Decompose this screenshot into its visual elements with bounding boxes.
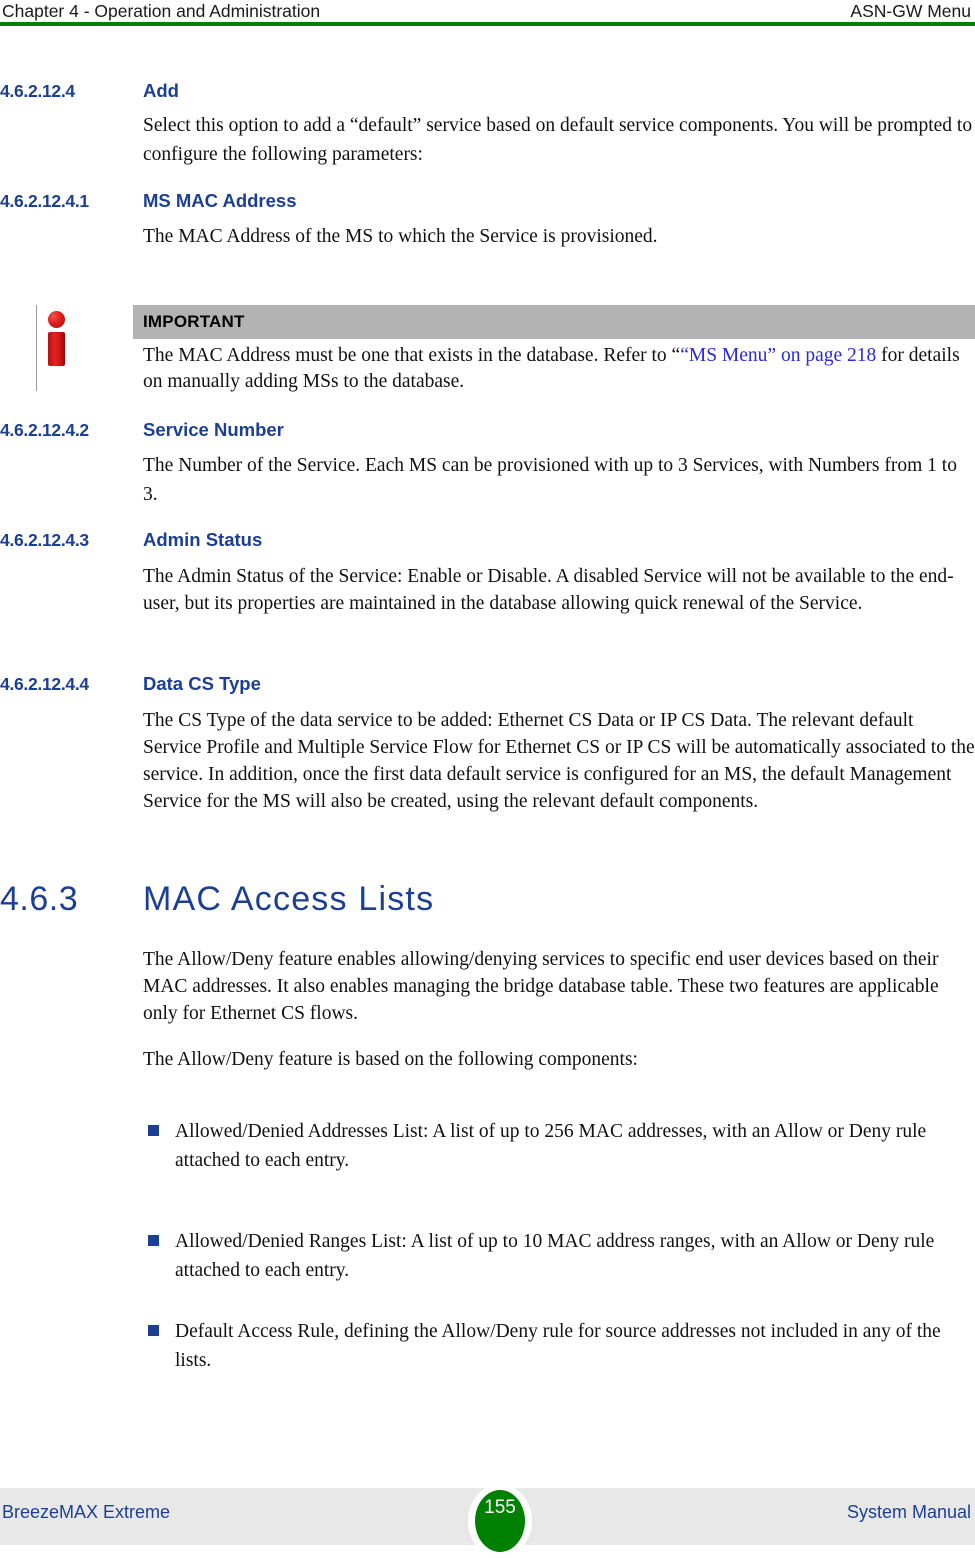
section-title: Add (143, 80, 179, 101)
paragraph-admin-status: The Admin Status of the Service: Enable … (143, 566, 954, 614)
list-item: Default Access Rule, defining the Allow/… (143, 1317, 975, 1375)
section-title: MS MAC Address (143, 190, 297, 211)
footer-product-name: BreezeMAX Extreme (2, 1502, 171, 1522)
page-content: 4.6.2.12.4 Add Select this option to add… (0, 0, 975, 1465)
heading-4-6-2-12-4-4: 4.6.2.12.4.4 Data CS Type (0, 673, 975, 695)
heading-4-6-2-12-4-3: 4.6.2.12.4.3 Admin Status (0, 529, 975, 551)
big-section-title: MAC Access Lists (143, 880, 435, 918)
list-item-label: Allowed/Denied Addresses List: A list of… (175, 1121, 927, 1171)
square-bullet-icon (148, 1325, 159, 1336)
section-title: Data CS Type (143, 673, 261, 694)
page-number-badge: 155 (475, 1490, 525, 1552)
section-title: Admin Status (143, 529, 263, 550)
big-section-number: 4.6.3 (0, 880, 79, 918)
note-cross-reference-link[interactable]: “MS Menu” on page 218 (680, 345, 876, 366)
heading-4-6-2-12-4: 4.6.2.12.4 Add (0, 80, 975, 102)
section-number: 4.6.2.12.4 (0, 81, 75, 101)
paragraph-mac-access-components: The Allow/Deny feature is based on the f… (143, 1049, 638, 1070)
heading-4-6-3: 4.6.3 MAC Access Lists (0, 880, 975, 919)
list-item: Allowed/Denied Addresses List: A list of… (143, 1117, 975, 1175)
note-icon-area (36, 303, 126, 395)
heading-4-6-2-12-4-1: 4.6.2.12.4.1 MS MAC Address (0, 190, 975, 212)
section-number: 4.6.2.12.4.3 (0, 530, 89, 550)
list-item: Allowed/Denied Ranges List: A list of up… (143, 1227, 975, 1285)
info-i-icon-stem (48, 332, 65, 366)
paragraph-service-number: The Number of the Service. Each MS can b… (143, 455, 957, 505)
paragraph-ms-mac-address: The MAC Address of the MS to which the S… (143, 226, 658, 247)
list-item-label: Allowed/Denied Ranges List: A list of up… (175, 1231, 935, 1281)
section-number: 4.6.2.12.4.4 (0, 674, 89, 694)
paragraph-data-cs-type: The CS Type of the data service to be ad… (143, 710, 975, 812)
section-number: 4.6.2.12.4.2 (0, 420, 89, 440)
section-title: Service Number (143, 419, 284, 440)
paragraph-mac-access-intro: The Allow/Deny feature enables allowing/… (143, 949, 939, 1024)
note-text-before: The MAC Address must be one that exists … (143, 345, 681, 366)
important-note-body: The MAC Address must be one that exists … (143, 343, 973, 395)
important-note-header: IMPORTANT (133, 305, 975, 339)
footer-document-name: System Manual (846, 1502, 971, 1522)
section-number: 4.6.2.12.4.1 (0, 191, 89, 211)
note-icon-divider (36, 305, 37, 391)
list-item-label: Default Access Rule, defining the Allow/… (175, 1321, 941, 1371)
square-bullet-icon (148, 1235, 159, 1246)
square-bullet-icon (148, 1125, 159, 1136)
paragraph-add: Select this option to add a “default” se… (143, 115, 973, 165)
important-note-label: IMPORTANT (143, 312, 245, 331)
heading-4-6-2-12-4-2: 4.6.2.12.4.2 Service Number (0, 419, 975, 441)
info-i-icon-dot (48, 311, 65, 328)
